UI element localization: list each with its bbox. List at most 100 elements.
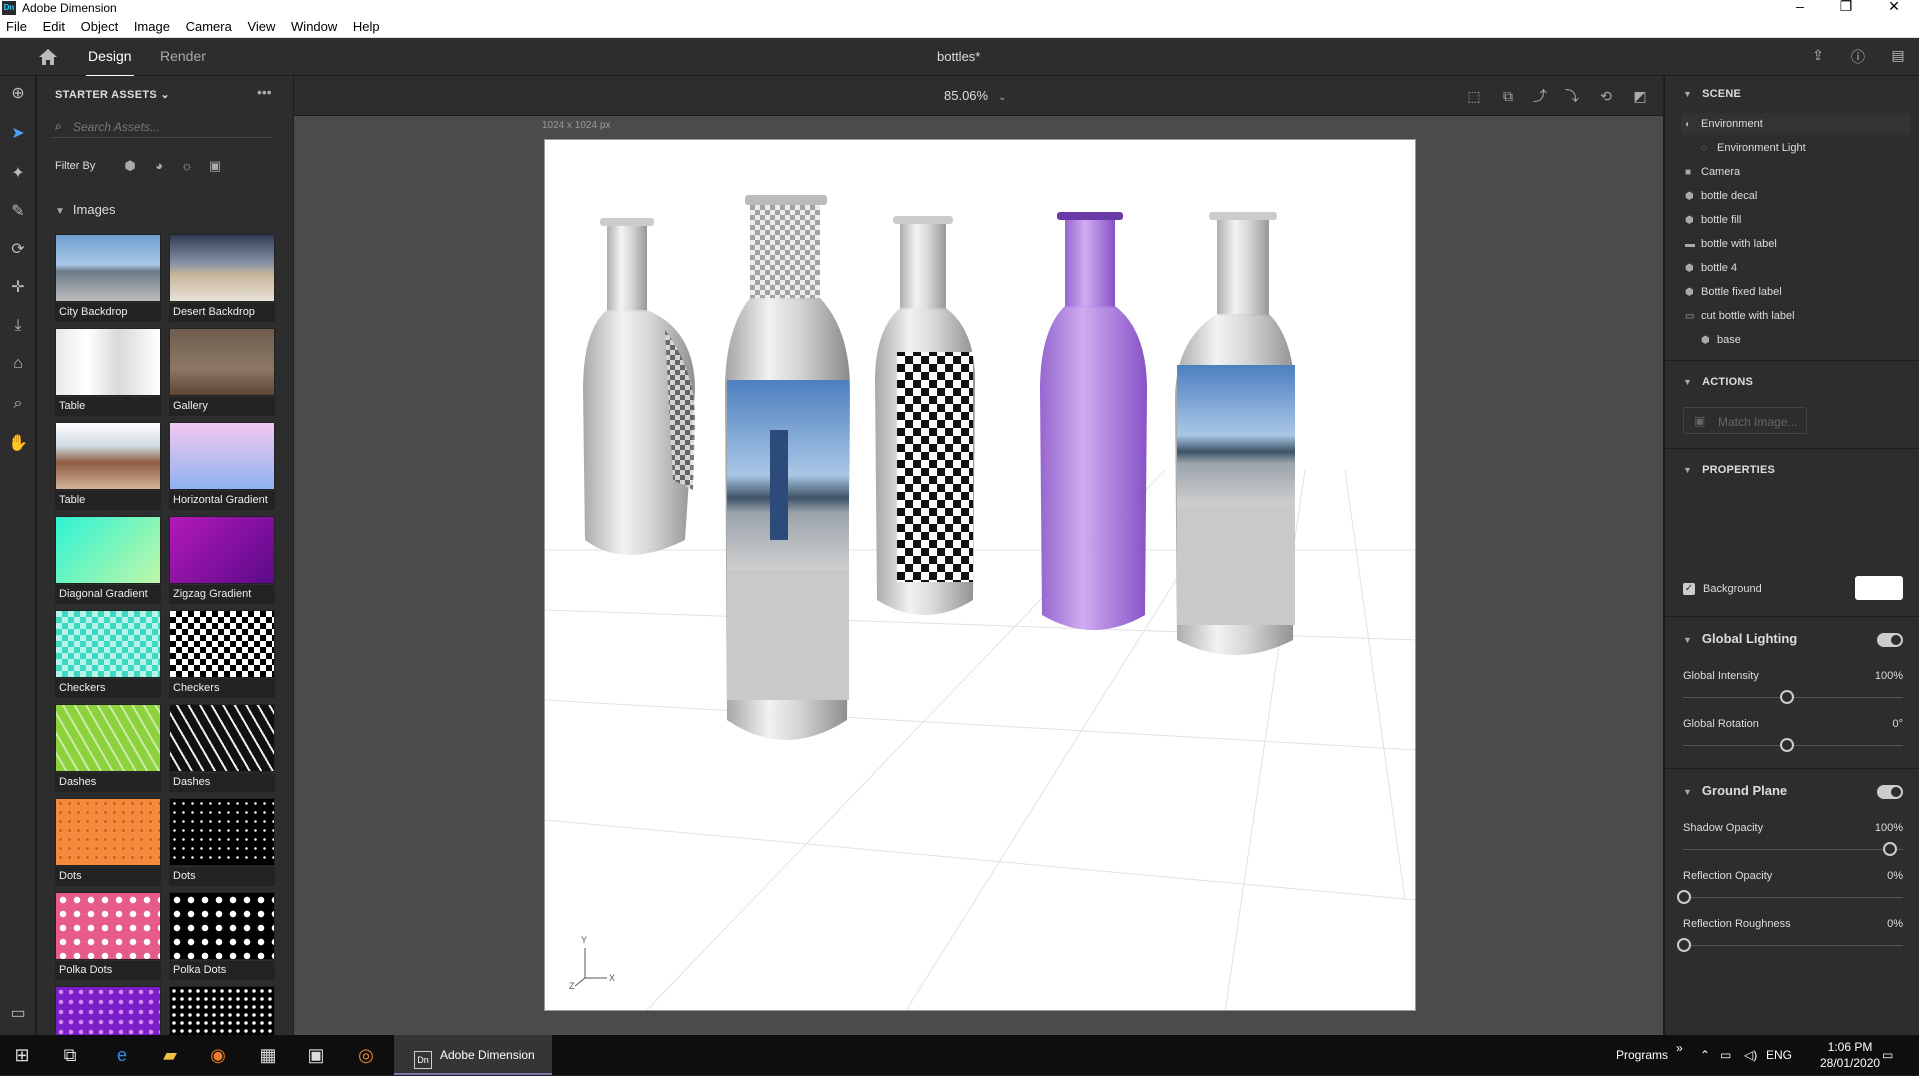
photos-icon[interactable]: ▣ xyxy=(304,1043,328,1067)
asset-tile[interactable]: Table xyxy=(55,328,161,418)
ground-plane-toggle[interactable] xyxy=(1877,785,1903,799)
task-view-icon[interactable]: ⧉ xyxy=(58,1043,82,1067)
asset-tile[interactable]: Polka Dots xyxy=(169,892,275,982)
language-indicator[interactable]: ENG xyxy=(1766,1048,1792,1062)
shadow-opacity-slider[interactable] xyxy=(1883,842,1897,856)
images-section-header[interactable]: ▼ Images xyxy=(55,202,116,217)
asset-tile[interactable]: Dashes xyxy=(55,704,161,794)
menu-file[interactable]: File xyxy=(0,16,33,34)
sample-tool-icon[interactable]: ✎ xyxy=(8,202,28,222)
global-lighting-toggle[interactable] xyxy=(1877,633,1903,647)
restore-button[interactable]: ❐ xyxy=(1826,0,1866,15)
bottle-checkered-side[interactable] xyxy=(583,218,695,555)
close-button[interactable]: ✕ xyxy=(1874,0,1914,15)
scene-canvas[interactable]: Y X Z xyxy=(544,139,1416,1011)
bottle-city-label[interactable] xyxy=(725,195,850,740)
volume-icon[interactable]: ◁) xyxy=(1744,1048,1757,1062)
scene-item[interactable]: ▭ cut bottle with label xyxy=(1681,305,1911,327)
tray-chevron-icon[interactable]: ⌃ xyxy=(1700,1048,1710,1062)
search-assets-input[interactable]: ⌕ Search Assets... xyxy=(51,116,273,138)
scene-item[interactable]: ⬢ base xyxy=(1681,329,1911,351)
scene-item[interactable]: ⬢ bottle 4 xyxy=(1681,257,1911,279)
menu-object[interactable]: Object xyxy=(75,16,125,34)
asset-tile[interactable]: Dashes xyxy=(169,704,275,794)
asset-tile[interactable]: Polka Dots xyxy=(55,892,161,982)
windows-start-icon[interactable]: ⊞ xyxy=(10,1043,34,1067)
more-options-icon[interactable]: ••• xyxy=(257,84,272,100)
undo-camera-icon[interactable]: ⤴ xyxy=(1530,86,1550,106)
firefox-icon[interactable]: ◉ xyxy=(206,1043,230,1067)
minimize-button[interactable]: – xyxy=(1780,0,1820,14)
calendar-icon[interactable]: ▦ xyxy=(256,1043,280,1067)
scene-item[interactable]: ⬢ bottle fill xyxy=(1681,209,1911,231)
camera-bookmark-icon[interactable]: ⧉ xyxy=(1498,86,1518,106)
blender-icon[interactable]: ◎ xyxy=(354,1043,378,1067)
scene-item[interactable]: ■ Camera xyxy=(1681,161,1911,183)
drop-to-ground-icon[interactable]: ⤓ xyxy=(8,316,28,336)
camera-reset-icon[interactable]: ⟲ xyxy=(1596,86,1616,106)
menu-image[interactable]: Image xyxy=(128,16,176,34)
menu-camera[interactable]: Camera xyxy=(180,16,238,34)
horizon-tool-icon[interactable]: ⌂ xyxy=(8,354,28,374)
asset-tile[interactable]: Checkers xyxy=(55,610,161,700)
network-icon[interactable]: ▭ xyxy=(1720,1048,1731,1062)
filter-models-icon[interactable]: ⬢ xyxy=(122,158,138,174)
asset-tile[interactable]: City Backdrop xyxy=(55,234,161,324)
taskbar-adobe-dimension[interactable]: Dn Adobe Dimension xyxy=(394,1035,552,1075)
notifications-icon[interactable]: ▭ xyxy=(1882,1048,1893,1062)
asset-tile[interactable]: Table xyxy=(55,422,161,512)
menu-edit[interactable]: Edit xyxy=(37,16,71,34)
render-preview-icon[interactable]: ◩ xyxy=(1630,86,1650,106)
bottle-city-label-fixed[interactable] xyxy=(1175,212,1295,655)
scene-item[interactable]: ▬ bottle with label xyxy=(1681,233,1911,255)
scene-item[interactable]: ◐ Environment xyxy=(1681,113,1911,135)
asset-tile[interactable]: Dots xyxy=(55,798,161,888)
add-content-icon[interactable]: ⊕ xyxy=(8,84,28,104)
share-icon[interactable]: ⇪ xyxy=(1808,47,1828,67)
global-rotation-slider[interactable] xyxy=(1780,738,1794,752)
menu-window[interactable]: Window xyxy=(285,16,343,34)
background-checkbox[interactable]: ✓ xyxy=(1683,583,1695,595)
move-tool-icon[interactable]: ✛ xyxy=(8,278,28,298)
scene-item[interactable]: ⬢ bottle decal xyxy=(1681,185,1911,207)
scene-item[interactable]: ◌ Environment Light xyxy=(1681,137,1911,159)
scene-section-header[interactable]: ▼ SCENE xyxy=(1683,88,1741,100)
starter-assets-dropdown[interactable]: STARTER ASSETS ⌄ xyxy=(55,88,170,101)
frame-icon[interactable]: ⬚ xyxy=(1464,86,1484,106)
home-icon[interactable] xyxy=(38,48,58,66)
asset-tile[interactable]: Checkers xyxy=(169,610,275,700)
global-intensity-slider[interactable] xyxy=(1780,690,1794,704)
filter-images-icon[interactable]: ▣ xyxy=(207,158,223,174)
properties-section-header[interactable]: ▼ PROPERTIES xyxy=(1683,464,1775,476)
global-lighting-header[interactable]: ▼ Global Lighting xyxy=(1683,631,1797,646)
reflection-opacity-slider[interactable] xyxy=(1677,890,1691,904)
menu-view[interactable]: View xyxy=(241,16,281,34)
zoom-dropdown[interactable]: 85.06% ⌄ xyxy=(944,88,1006,103)
menu-help[interactable]: Help xyxy=(347,16,386,34)
select-tool-icon[interactable]: ➤ xyxy=(8,124,28,144)
edge-icon[interactable]: e xyxy=(110,1043,134,1067)
tab-render[interactable]: Render xyxy=(160,48,206,64)
filter-materials-icon[interactable]: ◕ xyxy=(151,158,167,174)
asset-tile[interactable]: Gallery xyxy=(169,328,275,418)
help-icon[interactable]: ⓘ xyxy=(1848,47,1868,67)
bottle-purple[interactable] xyxy=(1040,212,1147,630)
asset-tile[interactable]: Dots xyxy=(169,798,275,888)
feedback-icon[interactable]: ▤ xyxy=(1888,47,1908,67)
hand-tool-icon[interactable]: ✋ xyxy=(8,434,28,454)
programs-expand-icon[interactable]: » xyxy=(1676,1041,1683,1055)
asset-tile[interactable]: Desert Backdrop xyxy=(169,234,275,324)
zoom-tool-icon[interactable]: ⌕ xyxy=(8,394,28,414)
actions-section-header[interactable]: ▼ ACTIONS xyxy=(1683,376,1753,388)
asset-tile[interactable]: Diagonal Gradient xyxy=(55,516,161,606)
asset-tile[interactable]: Zigzag Gradient xyxy=(169,516,275,606)
bottle-checkered-label[interactable] xyxy=(875,216,975,615)
match-image-button[interactable]: ▣ Match Image... xyxy=(1683,407,1807,434)
panel-toggle-icon[interactable]: ▭ xyxy=(8,1004,28,1024)
orbit-tool-icon[interactable]: ⟳ xyxy=(8,240,28,260)
scene-item[interactable]: ⬢ Bottle fixed label xyxy=(1681,281,1911,303)
magic-wand-icon[interactable]: ✦ xyxy=(8,164,28,184)
clock[interactable]: 1:06 PM 28/01/2020 xyxy=(1820,1039,1880,1071)
file-explorer-icon[interactable]: ▰ xyxy=(158,1043,182,1067)
tab-design[interactable]: Design xyxy=(86,48,134,77)
